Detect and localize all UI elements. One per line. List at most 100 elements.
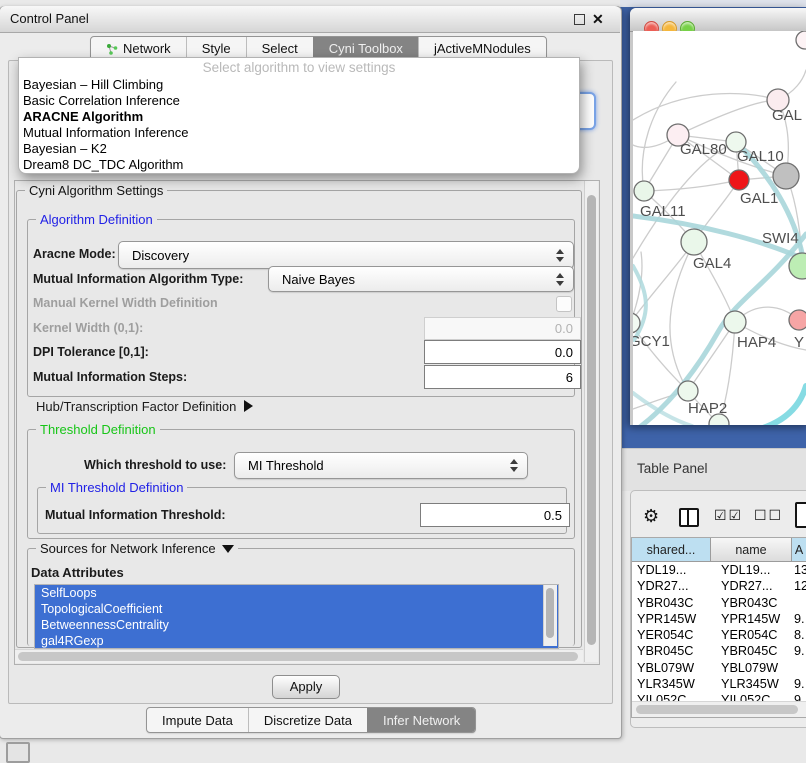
table-hscroll-thumb[interactable] (636, 705, 798, 714)
tab-label: Impute Data (162, 709, 233, 732)
network-edge (763, 386, 806, 425)
hide-columns-icon[interactable]: ☐☐ (754, 507, 783, 524)
network-node-unlabeled[interactable] (796, 31, 806, 49)
table-body[interactable]: YDL19...YDL19...13YDR27...YDR27...12YBR0… (632, 562, 806, 709)
column-header-name[interactable]: name (711, 538, 792, 561)
close-icon[interactable]: ✕ (592, 10, 604, 28)
table-cell: YDL19... (632, 562, 721, 578)
tab-label: Infer Network (383, 709, 460, 732)
attribute-item-gal4rgexp[interactable]: gal4RGexp (35, 633, 558, 649)
hub-definition-toggle[interactable]: Hub/Transcription Factor Definition (36, 399, 253, 414)
desktop-top-strip (620, 0, 806, 7)
kernel-width-label: Kernel Width (0,1): (33, 321, 143, 335)
attribute-item-betweennesscentrality[interactable]: BetweennessCentrality (35, 617, 558, 633)
mi-threshold-value: 0.5 (544, 508, 562, 523)
algorithm-dropdown-popup[interactable]: Select algorithm to view settings Bayesi… (18, 57, 580, 174)
mi-threshold-input[interactable]: 0.5 (420, 503, 570, 527)
sources-title[interactable]: Sources for Network Inference (36, 541, 238, 556)
tab-infer-network[interactable]: Infer Network (367, 708, 475, 732)
network-window-titlebar[interactable] (630, 8, 806, 32)
settings-vscroll-thumb[interactable] (587, 195, 596, 645)
network-node-hap4[interactable] (724, 311, 746, 333)
settings-horizontal-scrollbar[interactable] (15, 649, 583, 663)
cyni-algorithm-settings-title: Cyni Algorithm Settings (25, 183, 167, 198)
dropdown-item-bayesian-hill-climbing[interactable]: Bayesian – Hill Climbing (19, 77, 579, 93)
table-cell: YBR045C (632, 643, 721, 659)
network-node-swi4[interactable] (789, 253, 806, 279)
which-threshold-combo[interactable]: MI Threshold (234, 452, 528, 479)
table-cell: YLR345W (721, 676, 794, 692)
manual-kernel-width-checkbox[interactable] (556, 296, 572, 312)
table-row[interactable]: YBR043CYBR043C (632, 595, 806, 611)
node-attribute-table[interactable]: shared...nameA YDL19...YDL19...13YDR27..… (631, 537, 806, 718)
node-label-hap2: HAP2 (688, 400, 727, 417)
dropdown-item-bayesian-k2[interactable]: Bayesian – K2 (19, 141, 579, 157)
node-label-swi4: SWI4 (762, 230, 799, 247)
network-edge (670, 242, 694, 391)
network-node-hap2[interactable] (678, 381, 698, 401)
threshold-definition-title: Threshold Definition (36, 422, 160, 437)
column-header-shared[interactable]: shared... (632, 538, 711, 561)
dropdown-item-aracne-algorithm[interactable]: ARACNE Algorithm (19, 109, 579, 125)
network-canvas[interactable]: GALGAL80GAL10GAL1GAL11GAL4SWI4GCY1HAP4YH… (633, 31, 806, 425)
table-header-row[interactable]: shared...nameA (632, 538, 806, 562)
minimized-panel-icon[interactable] (6, 742, 30, 763)
attributes-scroll-thumb[interactable] (546, 588, 554, 638)
table-row[interactable]: YBR045CYBR045C9. (632, 643, 806, 659)
node-label-gal4: GAL4 (693, 255, 731, 272)
dpi-tolerance-value: 0.0 (555, 345, 573, 360)
table-cell: 12 (794, 578, 806, 594)
data-attributes-label: Data Attributes (31, 565, 124, 580)
network-node-gal11[interactable] (634, 181, 654, 201)
tab-impute-data[interactable]: Impute Data (147, 708, 248, 732)
network-node-unlabeled[interactable] (773, 163, 799, 189)
data-attributes-list[interactable]: SelfLoopsTopologicalCoefficientBetweenne… (34, 584, 559, 649)
dropdown-item-dream8-dc-tdc-algorithm[interactable]: Dream8 DC_TDC Algorithm (19, 157, 579, 173)
attributes-list-scrollbar[interactable] (543, 585, 557, 646)
gear-icon[interactable]: ⚙ (643, 504, 659, 528)
network-node-y[interactable] (789, 310, 806, 330)
tab-discretize-data[interactable]: Discretize Data (248, 708, 367, 732)
node-label-gal1: GAL1 (740, 190, 778, 207)
settings-hscroll-thumb[interactable] (18, 652, 578, 661)
table-row[interactable]: YPR145WYPR145W9. (632, 611, 806, 627)
attribute-item-topologicalcoefficient[interactable]: TopologicalCoefficient (35, 601, 558, 617)
mi-algorithm-type-combo[interactable]: Naive Bayes (268, 266, 574, 292)
table-cell: YBR045C (721, 643, 794, 659)
network-edge (644, 180, 739, 191)
table-row[interactable]: YER054CYER054C8. (632, 627, 806, 643)
columns-icon[interactable] (679, 508, 699, 527)
table-horizontal-scrollbar[interactable] (632, 701, 806, 717)
apply-button[interactable]: Apply (272, 675, 340, 699)
node-label-gcy1: GCY1 (633, 333, 670, 350)
dpi-tolerance-input[interactable]: 0.0 (424, 340, 581, 364)
dropdown-item-mutual-information-inference[interactable]: Mutual Information Inference (19, 125, 579, 141)
export-table-icon[interactable] (795, 502, 806, 528)
table-row[interactable]: YDL19...YDL19...13 (632, 562, 806, 578)
table-cell: YER054C (632, 627, 721, 643)
show-checked-columns-icon[interactable]: ☑☑ (714, 507, 743, 524)
table-cell: 9. (794, 676, 806, 692)
float-window-icon[interactable] (574, 14, 585, 25)
network-node-gal4[interactable] (681, 229, 707, 255)
network-node-gal1[interactable] (729, 170, 749, 190)
column-header-a[interactable]: A (792, 538, 806, 561)
attribute-item-selfloops[interactable]: SelfLoops (35, 585, 558, 601)
algorithm-dropdown-placeholder: Select algorithm to view settings (19, 58, 579, 77)
node-label-hap4: HAP4 (737, 334, 776, 351)
which-threshold-label: Which threshold to use: (84, 458, 226, 472)
table-cell: YDR27... (632, 578, 721, 594)
network-edge (688, 322, 735, 391)
table-cell: 9. (794, 643, 806, 659)
table-row[interactable]: YDR27...YDR27...12 (632, 578, 806, 594)
dropdown-item-basic-correlation-inference[interactable]: Basic Correlation Inference (19, 93, 579, 109)
hub-definition-label: Hub/Transcription Factor Definition (36, 399, 236, 414)
node-label-gal: GAL (772, 107, 802, 124)
table-row[interactable]: YLR345WYLR345W9. (632, 676, 806, 692)
mi-steps-input[interactable]: 6 (424, 365, 581, 389)
control-panel-titlebar[interactable] (0, 6, 620, 33)
table-row[interactable]: YBL079WYBL079W (632, 660, 806, 676)
settings-vertical-scrollbar[interactable] (584, 181, 598, 662)
aracne-mode-combo[interactable]: Discovery (118, 241, 574, 269)
tab-label: Discretize Data (264, 709, 352, 732)
